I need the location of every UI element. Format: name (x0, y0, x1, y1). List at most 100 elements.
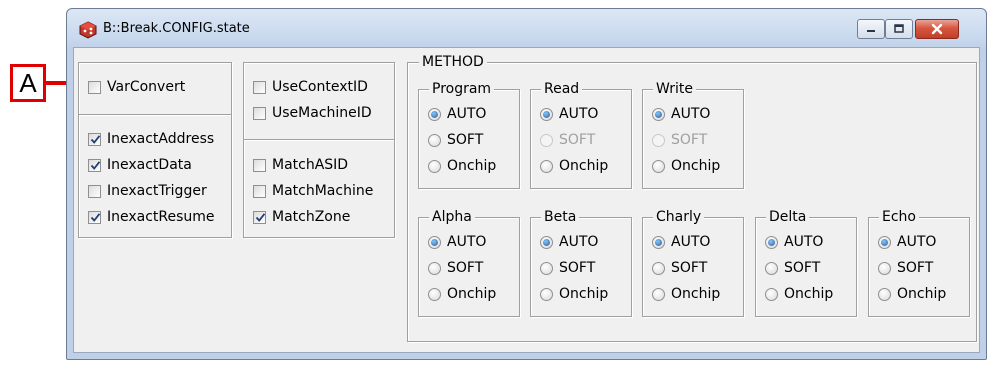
title-bar[interactable]: B::Break.CONFIG.state (67, 9, 986, 45)
checkbox-box[interactable] (88, 184, 101, 198)
checkbox-usecontextid[interactable]: UseContextID (253, 77, 368, 97)
radio-label: Onchip (559, 158, 609, 174)
radio-button[interactable] (540, 107, 553, 121)
checkbox-inexactdata[interactable]: InexactData (88, 155, 192, 175)
checkbox-label: InexactResume (107, 209, 215, 225)
radio-alpha-onchip[interactable]: Onchip (428, 284, 496, 304)
radio-write-soft: SOFT (652, 130, 707, 150)
group-label: Program (429, 80, 495, 98)
radio-label: SOFT (784, 260, 821, 276)
options-group-2: UseContextID UseMachineID MatchASID Matc… (243, 62, 395, 238)
radio-label: Onchip (897, 286, 947, 302)
radio-beta-soft[interactable]: SOFT (540, 258, 595, 278)
close-icon (931, 23, 943, 35)
radio-charly-soft[interactable]: SOFT (652, 258, 707, 278)
radio-read-onchip[interactable]: Onchip (540, 156, 608, 176)
radio-label: SOFT (671, 260, 708, 276)
radio-program-soft[interactable]: SOFT (428, 130, 483, 150)
radio-label: SOFT (671, 132, 708, 148)
radio-label: Onchip (447, 158, 497, 174)
radio-button[interactable] (428, 133, 441, 147)
radio-program-auto[interactable]: AUTO (428, 104, 486, 124)
checkbox-usemachineid[interactable]: UseMachineID (253, 103, 372, 123)
radio-button[interactable] (540, 261, 553, 275)
method-group: METHOD Program AUTO SOFT Onchip Read AUT… (407, 53, 977, 342)
radio-button[interactable] (428, 287, 441, 301)
radio-button[interactable] (428, 235, 441, 249)
radio-write-auto[interactable]: AUTO (652, 104, 710, 124)
radio-button[interactable] (540, 159, 553, 173)
radio-button[interactable] (428, 159, 441, 173)
radio-program-onchip[interactable]: Onchip (428, 156, 496, 176)
radio-charly-onchip[interactable]: Onchip (652, 284, 720, 304)
radio-echo-onchip[interactable]: Onchip (878, 284, 946, 304)
radio-group-program: Program AUTO SOFT Onchip (418, 80, 520, 189)
group-label: Write (653, 80, 696, 98)
checkbox-matchmachine[interactable]: MatchMachine (253, 181, 373, 201)
checkbox-box[interactable] (253, 210, 266, 224)
radio-alpha-soft[interactable]: SOFT (428, 258, 483, 278)
radio-button[interactable] (878, 235, 891, 249)
minimize-icon (867, 30, 875, 32)
group-label: Charly (653, 208, 705, 226)
radio-label: AUTO (671, 106, 711, 122)
radio-button[interactable] (428, 107, 441, 121)
radio-button[interactable] (878, 287, 891, 301)
radio-button[interactable] (765, 261, 778, 275)
radio-button[interactable] (540, 235, 553, 249)
radio-read-soft: SOFT (540, 130, 595, 150)
radio-label: AUTO (559, 106, 599, 122)
checkbox-box[interactable] (88, 132, 101, 146)
radio-read-auto[interactable]: AUTO (540, 104, 598, 124)
checkbox-matchasid[interactable]: MatchASID (253, 155, 348, 175)
checkbox-inexacttrigger[interactable]: InexactTrigger (88, 181, 207, 201)
radio-button[interactable] (652, 235, 665, 249)
checkbox-matchzone[interactable]: MatchZone (253, 207, 350, 227)
checkbox-box[interactable] (253, 184, 266, 198)
close-button[interactable] (915, 19, 959, 39)
maximize-icon (894, 24, 904, 33)
radio-label: AUTO (897, 234, 937, 250)
checkbox-label: MatchZone (272, 209, 351, 225)
checkbox-box[interactable] (253, 106, 266, 120)
radio-label: AUTO (671, 234, 711, 250)
radio-label: AUTO (784, 234, 824, 250)
radio-button[interactable] (428, 261, 441, 275)
checkbox-label: InexactData (107, 157, 192, 173)
radio-button[interactable] (652, 159, 665, 173)
checkbox-box[interactable] (88, 210, 101, 224)
radio-button[interactable] (652, 261, 665, 275)
group-label: Echo (879, 208, 919, 226)
checkmark-icon (90, 134, 101, 144)
radio-beta-onchip[interactable]: Onchip (540, 284, 608, 304)
radio-alpha-auto[interactable]: AUTO (428, 232, 486, 252)
radio-button[interactable] (652, 287, 665, 301)
radio-beta-auto[interactable]: AUTO (540, 232, 598, 252)
radio-label: Onchip (784, 286, 834, 302)
checkbox-inexactaddress[interactable]: InexactAddress (88, 129, 214, 149)
radio-button[interactable] (765, 235, 778, 249)
radio-echo-soft[interactable]: SOFT (878, 258, 933, 278)
radio-group-alpha: Alpha AUTO SOFT Onchip (418, 208, 520, 317)
radio-echo-auto[interactable]: AUTO (878, 232, 936, 252)
checkbox-box[interactable] (88, 158, 101, 172)
radio-charly-auto[interactable]: AUTO (652, 232, 710, 252)
checkbox-box[interactable] (253, 80, 266, 94)
radio-delta-auto[interactable]: AUTO (765, 232, 823, 252)
radio-delta-onchip[interactable]: Onchip (765, 284, 833, 304)
radio-label: AUTO (447, 106, 487, 122)
checkbox-box[interactable] (253, 158, 266, 172)
radio-button[interactable] (540, 287, 553, 301)
radio-button[interactable] (878, 261, 891, 275)
checkmark-icon (255, 212, 266, 222)
checkbox-varconvert[interactable]: VarConvert (88, 77, 185, 97)
radio-button[interactable] (652, 107, 665, 121)
radio-button[interactable] (765, 287, 778, 301)
group-label: Beta (541, 208, 580, 226)
checkbox-box[interactable] (88, 80, 101, 94)
radio-delta-soft[interactable]: SOFT (765, 258, 820, 278)
radio-write-onchip[interactable]: Onchip (652, 156, 720, 176)
checkbox-inexactresume[interactable]: InexactResume (88, 207, 215, 227)
minimize-button[interactable] (857, 19, 885, 39)
maximize-button[interactable] (885, 19, 913, 39)
